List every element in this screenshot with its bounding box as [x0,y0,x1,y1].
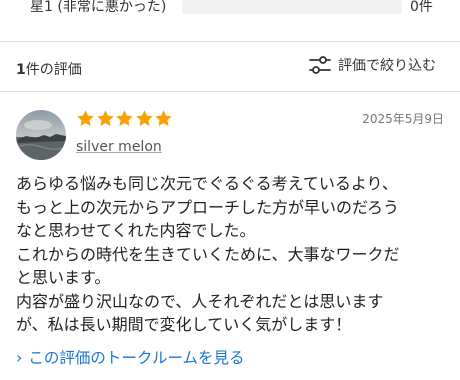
review-text-line: と思います。 [16,268,111,287]
divider [0,41,460,42]
view-talkroom-label: この評価のトークルームを見る [28,349,245,367]
review-count: 1件の評価 [16,59,82,79]
reviewer-avatar [16,110,66,160]
review-date: 2025年5月9日 [362,112,444,126]
review-text-line: これからの時代を生きていくために、大事なワークだ [16,244,400,264]
review-text-line: 内容が盛り沢山なので、人それぞれだとは思います [16,291,384,311]
rating-distribution-row: 星1 (非常に悪かった) 0件 [0,0,460,20]
star-icon [116,110,133,126]
star-icon [96,110,114,126]
divider [0,91,460,92]
rating-distribution-label: 星1 (非常に悪かった) [30,0,167,15]
rating-distribution-count: 0件 [410,0,433,15]
filter-button-label: 評価で絞り込む [338,58,436,74]
review-text-line: なと思わせてくれた内容でした。 [16,221,256,240]
chevron-right-icon: › [16,347,23,367]
review-text: あらゆる悩みも同じ次元でぐるぐる考えているより、 もっと上の次元からアプローチし… [16,172,452,337]
star-icon [135,110,153,126]
review-count-number: 1 [16,62,26,78]
review-text-line: が、私は長い期間で変化していく気がします！ [16,315,352,334]
star-icon [155,110,172,126]
view-talkroom-link[interactable]: › この評価のトークルームを見る [16,346,244,368]
review-count-suffix: 件の評価 [25,62,82,78]
rating-distribution-bar [182,0,402,14]
filter-sliders-icon [309,56,331,74]
review-text-line: あらゆる悩みも同じ次元でぐるぐる考えているより、 [16,174,398,193]
filter-by-rating-button[interactable]: 評価で絞り込む [308,52,448,78]
reviewer-name-link[interactable]: silver melon [76,139,162,155]
review-text-line: もっと上の次元からアプローチした方が早いのだろう [16,197,400,217]
star-rating [76,109,174,128]
star-icon [77,110,94,126]
avatar-image [16,110,66,160]
